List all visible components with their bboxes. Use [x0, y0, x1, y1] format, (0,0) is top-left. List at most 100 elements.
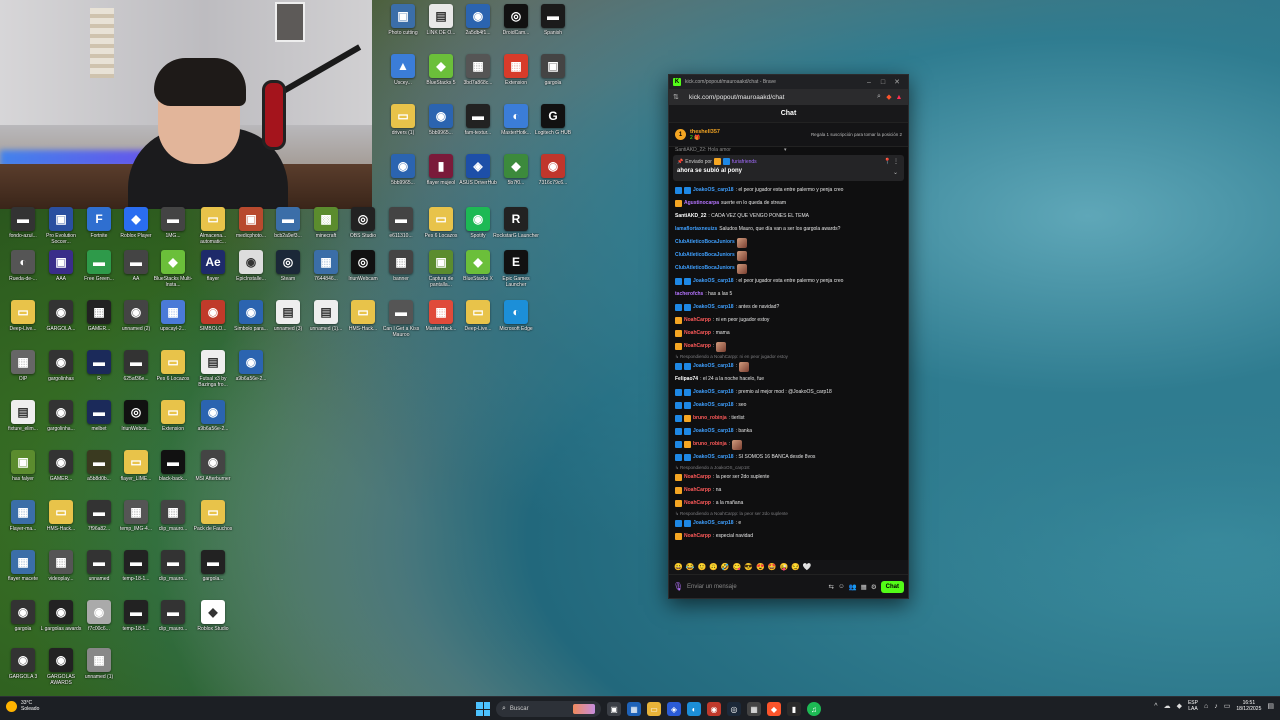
chat-message[interactable]: lamaflortaxneuizs Saludos Mauro, que día…: [675, 223, 902, 236]
desktop-icon[interactable]: ▬ gargola...: [190, 550, 236, 600]
chat-username[interactable]: NoahCarpp: [684, 314, 711, 327]
chat-username[interactable]: JoakoOS_carp18: [693, 275, 734, 288]
emote-button[interactable]: 😏: [791, 563, 800, 571]
terminal-icon[interactable]: ▮: [787, 702, 801, 716]
emote-button[interactable]: 😜: [779, 563, 788, 571]
chat-message[interactable]: JoakoOS_carp18: SI SOMOS 16 BANCA desde …: [675, 451, 902, 464]
title-bar[interactable]: K kick.com/popout/mauroaakd/chat - Brave…: [669, 75, 908, 89]
chat-username[interactable]: NoahCarpp: [684, 340, 711, 353]
desktop-icon[interactable]: G Logitech G HUB: [530, 104, 576, 154]
send-chat-button[interactable]: Chat: [880, 580, 904, 593]
battery-icon[interactable]: ▭: [1224, 702, 1231, 710]
pin-menu-icon[interactable]: 📍 ⋮: [884, 158, 899, 165]
obs-icon[interactable]: ◉: [707, 702, 721, 716]
chat-message[interactable]: NoahCarpp: especial navidad: [675, 530, 902, 543]
site-settings-icon[interactable]: ⇅: [673, 93, 683, 101]
desktop-icon[interactable]: ◉ MSI Afterburner: [190, 450, 236, 500]
emote-button[interactable]: 🤍: [803, 563, 812, 571]
chat-message[interactable]: bruno_robinja: tierlist: [675, 412, 902, 425]
desktop-icon[interactable]: ▬ Spanish: [530, 4, 576, 54]
desktop-icon[interactable]: ▣ gargola: [530, 54, 576, 104]
emote-button[interactable]: 🙂: [697, 563, 706, 571]
chat-message[interactable]: tacherofchs: has a las 5: [675, 288, 902, 301]
chat-username[interactable]: bruno_robinja: [693, 438, 727, 451]
chat-username[interactable]: SantiAKD_22: [675, 210, 706, 223]
chat-username[interactable]: NoahCarpp: [684, 327, 711, 340]
chat-username[interactable]: JoakoOS_carp18: [693, 360, 734, 373]
chat-message[interactable]: JoakoOS_carp18: antes de navidad?: [675, 301, 902, 314]
chat-message[interactable]: NoahCarpp: a la mañana: [675, 497, 902, 510]
settings-icon[interactable]: ⚙: [871, 583, 877, 591]
start-button[interactable]: [476, 702, 490, 716]
url-field[interactable]: kick.com/popout/mauroaakd/chat: [683, 94, 874, 101]
emote-button[interactable]: 😍: [756, 563, 765, 571]
users-icon[interactable]: 👥: [849, 583, 857, 591]
emote-bar[interactable]: 😀 😂 🙂 🙃 🤣 😋 😎 😍 🤩 😜 😏 🤍: [669, 560, 908, 574]
chat-message[interactable]: ClubAtleticoBocaJuniors: [675, 236, 902, 249]
desktop-icon[interactable]: ▭ Pack de Fauchos: [190, 500, 236, 550]
chat-message[interactable]: SantiAKD_22: CADA VEZ QUE VENGO PONES EL…: [675, 210, 902, 223]
chat-username[interactable]: JoakoOS_carp18: [693, 517, 734, 530]
chat-message[interactable]: NoahCarpp:: [675, 340, 902, 353]
reply-context[interactable]: ↳ Respondiendo a JoakoOS_carp18:: [675, 464, 902, 471]
close-button[interactable]: ✕: [890, 78, 904, 86]
chat-message[interactable]: Felipao74: el 24 a la noche hacelo, fue: [675, 373, 902, 386]
chat-messages[interactable]: JoakoOS_carp18: el peor jugador esta ent…: [669, 181, 908, 546]
chat-message[interactable]: ClubAtleticoBocaJuniors: [675, 262, 902, 275]
gift-prompt[interactable]: Regala 1 suscripción para tomar la posic…: [811, 132, 902, 137]
brave-rewards-icon[interactable]: ▲: [894, 94, 904, 101]
emote-button[interactable]: 🙃: [709, 563, 718, 571]
minimize-button[interactable]: –: [862, 79, 876, 86]
search-box[interactable]: ⌕ Buscar: [496, 701, 601, 717]
desktop-icon[interactable]: ▦ unnamed (1): [76, 648, 122, 698]
widgets-icon[interactable]: ▦: [627, 702, 641, 716]
chat-message[interactable]: Agustinocarpa suerte en lo queda de stre…: [675, 197, 902, 210]
chat-message[interactable]: JoakoOS_carp18: seo: [675, 399, 902, 412]
shield-icon[interactable]: ◆: [1177, 702, 1182, 710]
address-bar[interactable]: ⇅ kick.com/popout/mauroaakd/chat ⌕ ◆ ▲: [669, 89, 908, 105]
expand-chevron-icon[interactable]: ⌄: [893, 169, 898, 176]
search-icon[interactable]: ⌕: [874, 93, 884, 101]
gift-leaderboard[interactable]: 1 theshell357 2 🎁 Regala 1 suscripción p…: [669, 123, 908, 147]
chat-message[interactable]: JoakoOS_carp18: el peor jugador esta ent…: [675, 275, 902, 288]
cloud-icon[interactable]: ☁: [1164, 702, 1171, 710]
weather-widget[interactable]: 33°C Soleado: [6, 700, 39, 712]
reply-context[interactable]: ↳ Respondiendo a NoahCarpp: ni en peor j…: [675, 353, 902, 360]
chat-username[interactable]: ClubAtleticoBocaJuniors: [675, 249, 735, 262]
chat-username[interactable]: ClubAtleticoBocaJuniors: [675, 262, 735, 275]
notification-icon[interactable]: ▤: [1267, 702, 1274, 710]
desktop-icon[interactable]: ◉ 7316c79c6...: [530, 154, 576, 204]
clock[interactable]: 16:51 18/12/2025: [1236, 700, 1261, 712]
chat-message[interactable]: NoahCarpp: na: [675, 484, 902, 497]
spotify-icon[interactable]: ♫: [807, 702, 821, 716]
desktop-icon[interactable]: ◐ Microsoft Edge: [493, 300, 539, 350]
reply-context[interactable]: ↳ Respondiendo a NoahCarpp: la peor ser …: [675, 510, 902, 517]
pinned-message[interactable]: 📌 Enviado por furiafriends ahora se subi…: [673, 155, 904, 181]
maximize-button[interactable]: □: [876, 79, 890, 86]
chat-message[interactable]: ClubAtleticoBocaJuniors: [675, 249, 902, 262]
chat-username[interactable]: JoakoOS_carp18: [693, 425, 734, 438]
desktop-icon[interactable]: ◉ a9b6a56e-2...: [228, 350, 274, 400]
message-input[interactable]: Enviar un mensaje: [687, 584, 824, 590]
emote-button[interactable]: 😎: [744, 563, 753, 571]
chat-username[interactable]: lamaflortaxneuizs: [675, 223, 717, 236]
brave-shields-icon[interactable]: ◆: [884, 93, 894, 101]
chat-username[interactable]: JoakoOS_carp18: [693, 399, 734, 412]
store-icon[interactable]: ◈: [667, 702, 681, 716]
chat-username[interactable]: NoahCarpp: [684, 484, 711, 497]
chat-username[interactable]: Agustinocarpa: [684, 197, 719, 210]
gift-user[interactable]: theshell357: [690, 129, 720, 135]
chat-message[interactable]: bruno_robinja:: [675, 438, 902, 451]
task-view-icon[interactable]: ▣: [607, 702, 621, 716]
browser-window[interactable]: K kick.com/popout/mauroaakd/chat - Brave…: [668, 74, 909, 599]
emote-button[interactable]: 😋: [733, 563, 742, 571]
chat-message[interactable]: NoahCarpp: la peor ser 2do suplente: [675, 471, 902, 484]
chat-message[interactable]: JoakoOS_carp18: banka: [675, 425, 902, 438]
emote-button[interactable]: 🤩: [768, 563, 777, 571]
pinned-by-user[interactable]: furiafriends: [732, 159, 757, 165]
desktop-icon[interactable]: ◉ a9b6a56e-2...: [190, 400, 236, 450]
chat-username[interactable]: NoahCarpp: [684, 471, 711, 484]
emote-button[interactable]: 🤣: [721, 563, 730, 571]
emote-button[interactable]: 😂: [686, 563, 695, 571]
chat-message[interactable]: NoahCarpp: ni en peor jugador estoy: [675, 314, 902, 327]
